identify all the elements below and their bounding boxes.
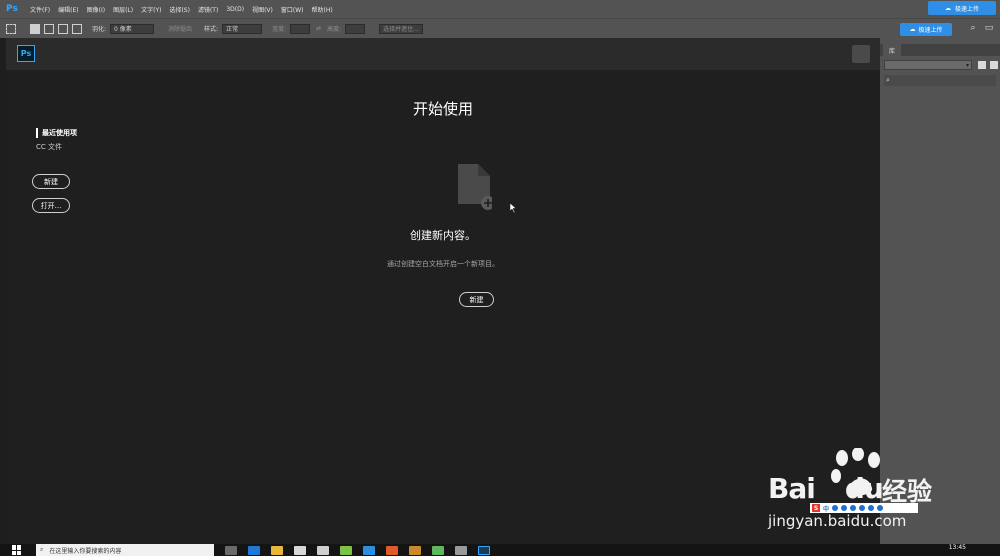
- style-select[interactable]: 正常: [222, 23, 263, 34]
- app-icon-1[interactable]: [317, 545, 329, 555]
- marquee-tool-icon[interactable]: [6, 23, 16, 34]
- ime-toolbox-icon: [877, 505, 884, 511]
- photoshop-logo-icon: Ps: [6, 4, 18, 14]
- menu-help[interactable]: 帮助(H): [312, 5, 333, 14]
- cloud-icon: ☁: [909, 26, 916, 33]
- baidu-url: jingyan.baidu.com: [768, 512, 907, 530]
- style-label: 样式:: [204, 26, 219, 33]
- ime-emoji-icon: [841, 505, 848, 511]
- taskbar-search-input[interactable]: ⌕ 在这里输入你要搜索的内容: [36, 544, 214, 556]
- app-icon-7[interactable]: [455, 545, 467, 555]
- menu-layer[interactable]: 图层(L): [113, 5, 133, 14]
- list-view-icon[interactable]: [990, 61, 998, 69]
- menu-window[interactable]: 窗口(W): [281, 5, 304, 14]
- ime-mode-label: 中: [823, 505, 830, 513]
- panel-tab-bar: 库: [880, 44, 1000, 56]
- app-icon-3[interactable]: [363, 545, 375, 555]
- height-label: 高度:: [327, 26, 342, 33]
- search-icon[interactable]: ⌕: [968, 23, 978, 33]
- file-explorer-icon[interactable]: [271, 545, 283, 555]
- menu-select[interactable]: 选择(S): [169, 5, 190, 14]
- menu-view[interactable]: 视图(V): [252, 5, 273, 14]
- create-heading: 创建新内容。: [410, 229, 476, 242]
- create-description: 通过创建空白文档开启一个新项目。: [387, 260, 499, 268]
- chevron-down-icon: ▾: [965, 62, 969, 69]
- ime-punctuation-icon: [832, 505, 839, 511]
- library-search-input[interactable]: ⌕: [884, 75, 996, 86]
- mouse-cursor-icon: [510, 203, 517, 213]
- workspace-icon[interactable]: ▭: [984, 23, 994, 33]
- height-input[interactable]: [345, 23, 366, 34]
- edge-browser-icon[interactable]: [248, 545, 260, 555]
- upload-button-options[interactable]: ☁ 极速上传: [900, 23, 952, 36]
- ime-voice-icon: [850, 505, 857, 511]
- app-icon-4[interactable]: [386, 545, 398, 555]
- sidebar-open-button[interactable]: 打开...: [32, 198, 70, 213]
- baidu-logo-du: du: [844, 472, 884, 505]
- upload-button-top[interactable]: ☁ 极速上传: [928, 1, 996, 15]
- sidebar-item-cc-files[interactable]: CC 文件: [36, 142, 62, 152]
- baidu-logo-text: Bai du: [768, 472, 884, 505]
- library-select[interactable]: ▾: [884, 60, 972, 70]
- baidu-watermark: Bai du 经验 jingyan.baidu.com: [768, 446, 958, 536]
- taskbar: ⌕ 在这里输入你要搜索的内容 13:45: [0, 544, 1000, 556]
- new-selection-icon[interactable]: [30, 23, 40, 34]
- menu-filter[interactable]: 滤镜(T): [198, 5, 218, 14]
- feather-label: 羽化:: [92, 26, 107, 33]
- feather-input[interactable]: 0 像素: [110, 23, 155, 34]
- grid-view-icon[interactable]: [978, 61, 986, 69]
- upload-label: 极速上传: [954, 5, 979, 13]
- baidu-logo-bai: Bai: [768, 472, 816, 505]
- photoshop-taskbar-icon[interactable]: [478, 545, 490, 555]
- sogou-ime-icon: S: [812, 504, 820, 512]
- app-icon-5[interactable]: [409, 545, 421, 555]
- page-title: 开始使用: [412, 100, 473, 118]
- new-document-button[interactable]: 新建: [459, 292, 494, 307]
- menu-file[interactable]: 文件(F): [30, 5, 50, 14]
- intersect-selection-icon[interactable]: [72, 23, 82, 34]
- workspace-header: Ps: [6, 38, 880, 70]
- ime-skin-icon: [868, 505, 875, 511]
- store-icon[interactable]: [294, 545, 306, 555]
- tab-libraries[interactable]: 库: [883, 44, 901, 56]
- start-workspace: Ps 最近使用项 CC 文件 新建 打开... 开始使用 创建新内容。 通过创建…: [6, 38, 880, 544]
- new-document-icon: [458, 164, 492, 210]
- system-clock: 13:45: [948, 544, 966, 551]
- search-icon: ⌕: [886, 76, 890, 84]
- avatar[interactable]: [852, 45, 870, 63]
- task-view-icon[interactable]: [225, 545, 237, 555]
- upload-label: 极速上传: [918, 27, 943, 34]
- menu-image[interactable]: 图像(I): [87, 5, 105, 14]
- menu-3d[interactable]: 3D(D): [226, 6, 244, 13]
- width-label: 宽度:: [272, 26, 287, 33]
- photoshop-logo-icon: Ps: [17, 45, 35, 62]
- menu-edit[interactable]: 编辑(E): [58, 5, 78, 14]
- menu-bar: Ps 文件(F) 编辑(E) 图像(I) 图层(L) 文字(Y) 选择(S) 滤…: [0, 0, 1000, 18]
- add-selection-icon[interactable]: [44, 23, 54, 34]
- width-input[interactable]: [290, 23, 311, 34]
- ime-keyboard-icon: [859, 505, 866, 511]
- sidebar-item-recent[interactable]: 最近使用项: [36, 128, 77, 138]
- antialias-checkbox[interactable]: 消除锯齿: [168, 24, 192, 33]
- windows-start-icon[interactable]: [12, 545, 24, 555]
- cloud-icon: ☁: [944, 4, 951, 12]
- select-and-mask-button[interactable]: 选择并遮住...: [379, 23, 424, 34]
- subtract-selection-icon[interactable]: [58, 23, 68, 34]
- sidebar-new-button[interactable]: 新建: [32, 174, 70, 189]
- swap-icon[interactable]: ⇄: [316, 25, 321, 32]
- app-icon-2[interactable]: [340, 545, 352, 555]
- search-icon: ⌕: [40, 546, 44, 553]
- taskbar-search-placeholder: 在这里输入你要搜索的内容: [49, 547, 122, 555]
- ime-toolbar[interactable]: S 中: [810, 503, 918, 513]
- menu-type[interactable]: 文字(Y): [141, 5, 161, 14]
- options-bar: 羽化: 0 像素 消除锯齿 样式: 正常 宽度: ⇄ 高度: 选择并遮住... …: [0, 18, 1000, 38]
- app-icon-6[interactable]: [432, 545, 444, 555]
